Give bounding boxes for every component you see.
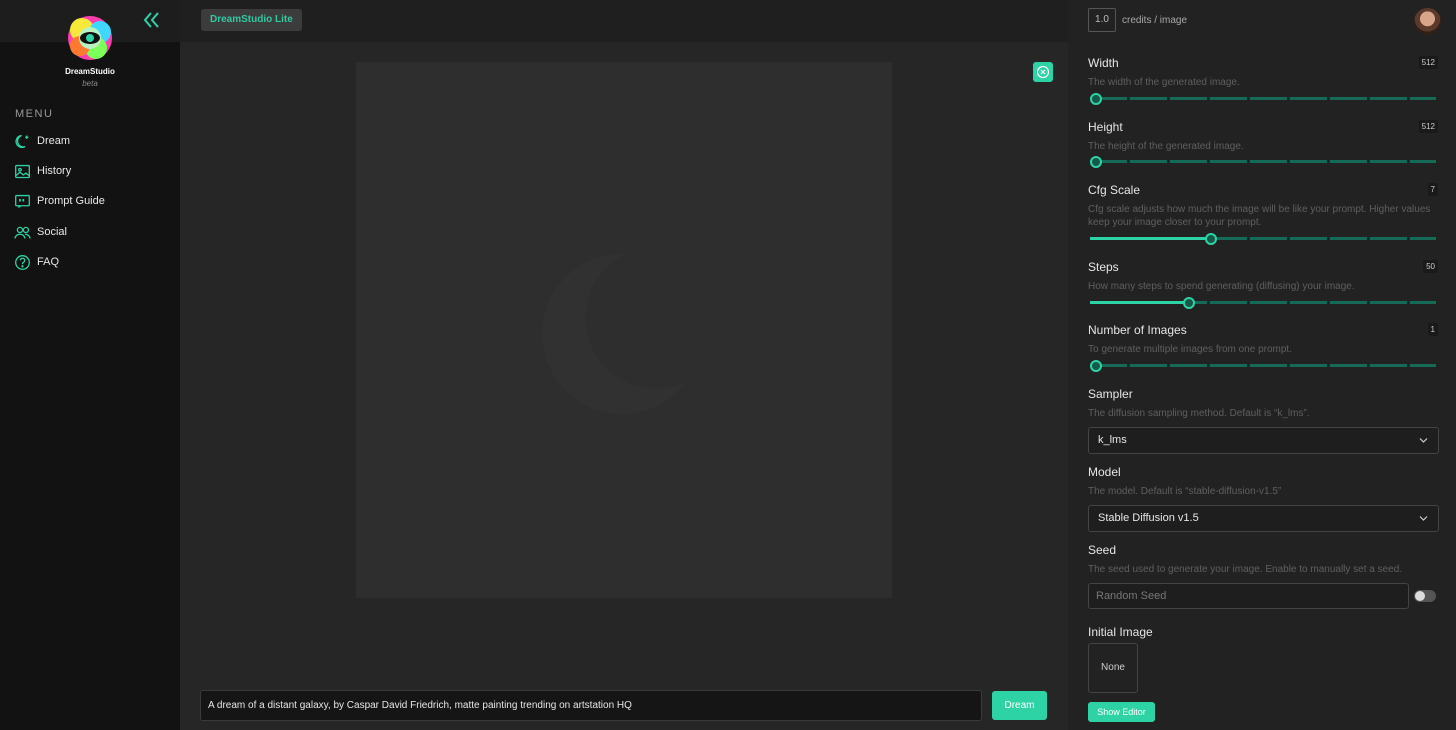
sidebar: DreamStudio beta MENU Dream History Prom…	[0, 0, 180, 730]
top-bar: DreamStudio Lite	[180, 0, 1068, 42]
steps-desc: How many steps to spend generating (diff…	[1088, 281, 1355, 292]
credits-value: 1.0	[1088, 8, 1116, 32]
collapse-sidebar-icon[interactable]	[142, 11, 162, 29]
number-of-images-desc: To generate multiple images from one pro…	[1088, 344, 1292, 355]
model-desc: The model. Default is “stable-diffusion-…	[1088, 486, 1282, 497]
sidebar-item-label: Social	[37, 226, 67, 238]
seed-toggle[interactable]	[1414, 590, 1436, 602]
slider-thumb[interactable]	[1090, 93, 1102, 105]
model-field: Model The model. Default is “stable-diff…	[1088, 465, 1440, 498]
slider-track	[1090, 364, 1436, 367]
sampler-selected: k_lms	[1098, 434, 1127, 446]
model-label: Model	[1088, 465, 1121, 479]
chevron-down-icon	[1419, 438, 1428, 443]
canvas-area: Dream	[180, 42, 1068, 730]
height-desc: The height of the generated image.	[1088, 141, 1244, 152]
steps-value: 50	[1423, 260, 1438, 273]
height-slider[interactable]	[1090, 156, 1436, 168]
number-of-images-slider[interactable]	[1090, 360, 1436, 372]
cfg-scale-slider[interactable]	[1090, 233, 1436, 245]
height-field: Height 512 The height of the generated i…	[1088, 120, 1440, 168]
sampler-desc: The diffusion sampling method. Default i…	[1088, 408, 1310, 419]
steps-slider[interactable]	[1090, 297, 1436, 309]
sampler-field: Sampler The diffusion sampling method. D…	[1088, 387, 1440, 420]
settings-panel: 1.0 credits / image Width 512 The width …	[1068, 0, 1456, 730]
cfg-scale-label: Cfg Scale	[1088, 183, 1141, 197]
credits-label: credits / image	[1122, 14, 1188, 26]
brand-sub: beta	[82, 79, 98, 88]
moon-star-icon	[15, 134, 29, 148]
dreamstudio-logo-icon	[68, 16, 112, 60]
sidebar-item-dream[interactable]: Dream	[14, 131, 70, 151]
sidebar-item-history[interactable]: History	[14, 161, 71, 181]
slider-thumb[interactable]	[1205, 233, 1218, 245]
sidebar-item-label: Dream	[37, 135, 71, 147]
seed-input[interactable]: Random Seed	[1088, 583, 1409, 609]
slider-thumb[interactable]	[1090, 360, 1102, 372]
sampler-select[interactable]: k_lms	[1088, 427, 1439, 454]
height-label: Height	[1088, 120, 1123, 134]
slider-track	[1090, 97, 1436, 100]
brand-name: DreamStudio	[65, 67, 115, 76]
sampler-label: Sampler	[1088, 387, 1133, 401]
width-desc: The width of the generated image.	[1088, 77, 1240, 88]
sidebar-item-social[interactable]: Social	[14, 222, 67, 242]
number-of-images-label: Number of Images	[1088, 323, 1187, 337]
slider-fill	[1090, 301, 1189, 304]
app-badge: DreamStudio Lite	[201, 9, 302, 31]
slider-thumb[interactable]	[1090, 156, 1102, 168]
model-selected: Stable Diffusion v1.5	[1098, 512, 1199, 524]
width-field: Width 512 The width of the generated ima…	[1088, 56, 1440, 105]
seed-desc: The seed used to generate your image. En…	[1088, 564, 1403, 575]
chevron-down-icon	[1419, 516, 1428, 521]
help-circle-icon	[15, 254, 30, 270]
slider-thumb[interactable]	[1182, 297, 1195, 309]
slider-fill	[1090, 237, 1212, 240]
sidebar-item-label: Prompt Guide	[37, 195, 105, 207]
steps-field: Steps 50 How many steps to spend generat…	[1088, 260, 1440, 309]
initial-image-box[interactable]: None	[1088, 643, 1138, 693]
image-canvas	[356, 62, 892, 598]
image-icon	[15, 164, 30, 178]
sidebar-item-label: FAQ	[37, 256, 60, 268]
sidebar-item-faq[interactable]: FAQ	[14, 252, 59, 272]
model-select[interactable]: Stable Diffusion v1.5	[1088, 505, 1439, 532]
avatar[interactable]	[1414, 8, 1441, 35]
width-value: 512	[1418, 56, 1438, 69]
initial-image-label: Initial Image	[1088, 625, 1153, 639]
users-icon	[14, 226, 31, 239]
quote-icon	[15, 194, 30, 208]
credits-display: 1.0 credits / image	[1088, 8, 1187, 32]
moon-star-placeholder-icon	[542, 253, 694, 414]
slider-track	[1090, 160, 1436, 163]
seed-label: Seed	[1088, 543, 1117, 557]
sidebar-item-label: History	[37, 165, 72, 177]
app-root: DreamStudio beta MENU Dream History Prom…	[0, 0, 1456, 730]
close-image-button[interactable]	[1033, 62, 1053, 82]
show-editor-button[interactable]: Show Editor	[1088, 702, 1155, 722]
cfg-scale-field: Cfg Scale 7 Cfg scale adjusts how much t…	[1088, 183, 1440, 245]
number-of-images-value: 1	[1427, 323, 1438, 336]
menu-label: MENU	[15, 108, 54, 120]
width-slider[interactable]	[1090, 93, 1436, 105]
height-value: 512	[1418, 120, 1438, 133]
prompt-input[interactable]	[200, 690, 982, 721]
cfg-scale-value: 7	[1427, 183, 1438, 196]
sidebar-item-prompt-guide[interactable]: Prompt Guide	[14, 191, 105, 211]
width-label: Width	[1088, 56, 1119, 70]
cfg-scale-desc: Cfg scale adjusts how much the image wil…	[1088, 204, 1431, 228]
close-circle-icon	[1036, 65, 1050, 79]
number-of-images-field: Number of Images 1 To generate multiple …	[1088, 323, 1440, 372]
steps-label: Steps	[1088, 260, 1119, 274]
dream-button[interactable]: Dream	[992, 691, 1047, 720]
initial-image-field: Initial Image	[1088, 625, 1440, 639]
seed-field: Seed The seed used to generate your imag…	[1088, 543, 1440, 576]
